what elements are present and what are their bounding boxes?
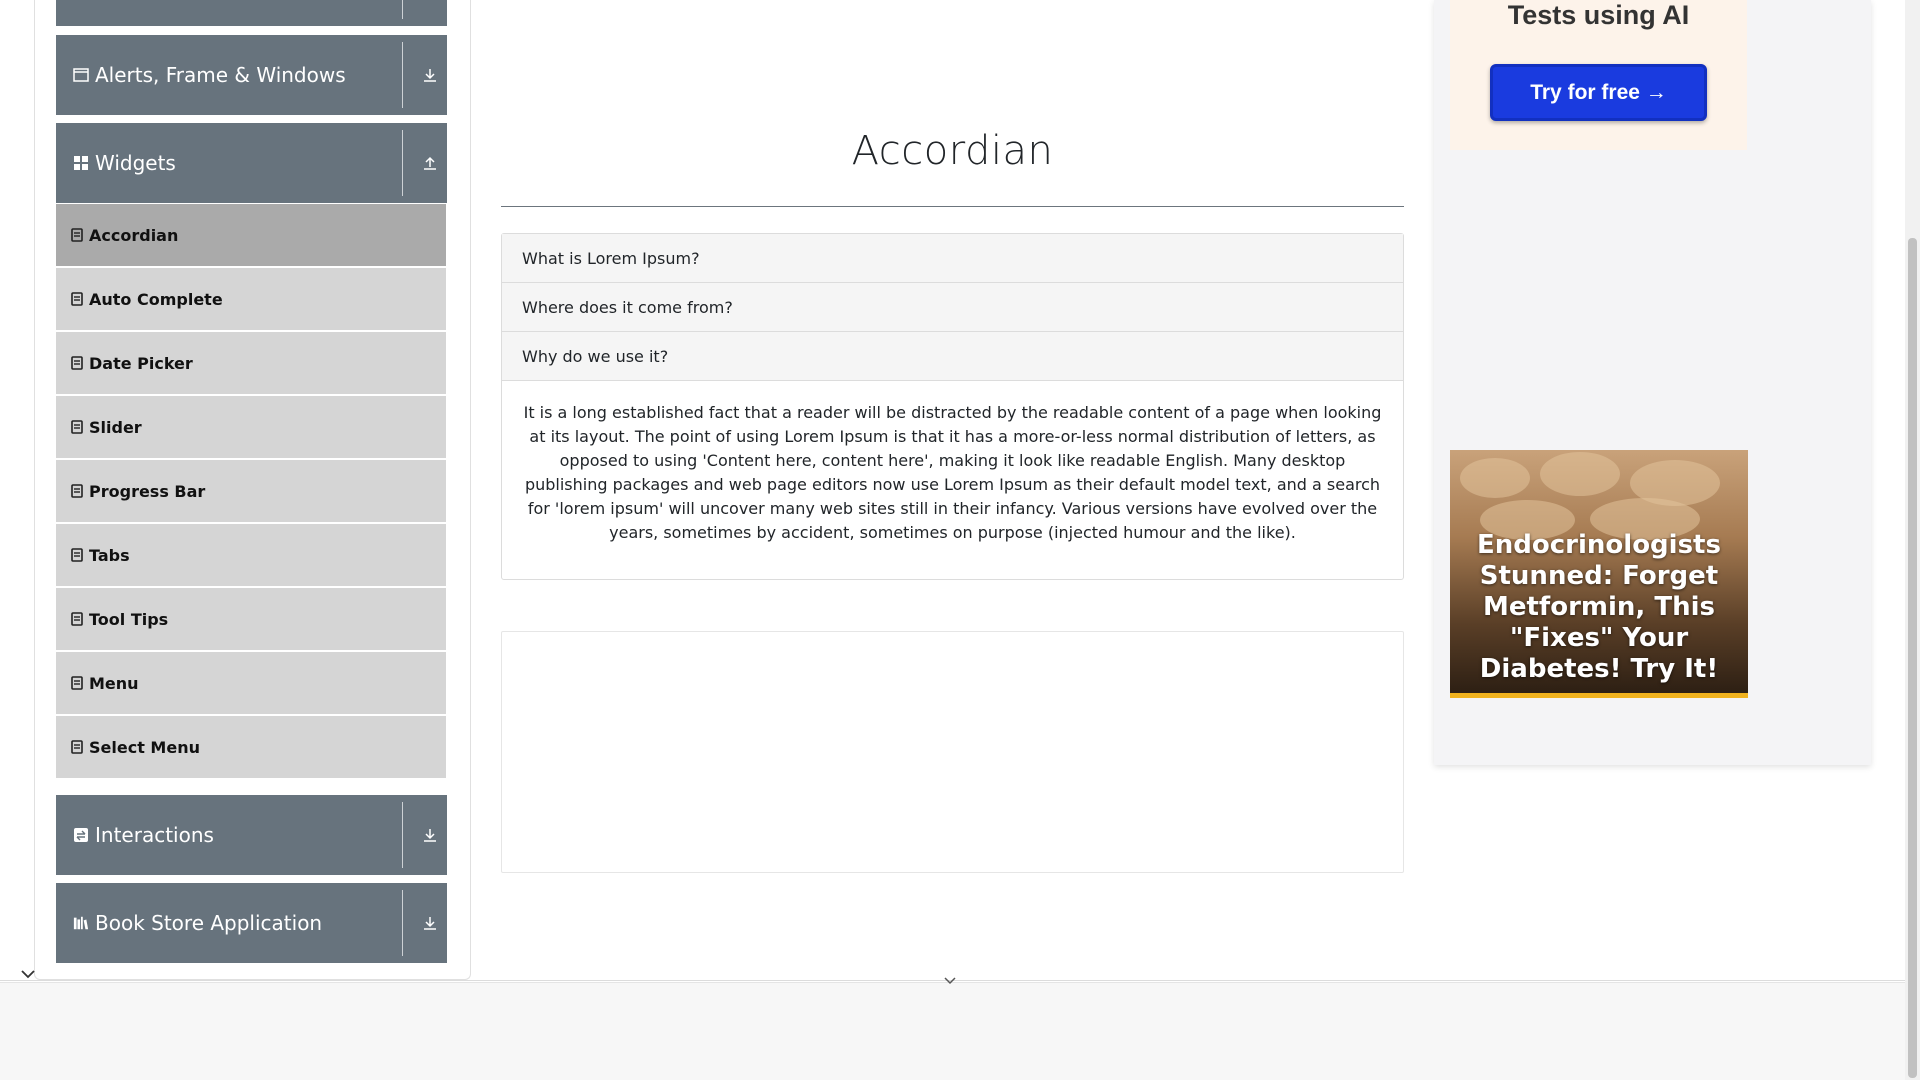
group-header-alerts[interactable]: Alerts, Frame & Windows (56, 35, 447, 115)
group-label-book-store: Book Store Application (95, 911, 323, 935)
window-icon (73, 67, 89, 83)
try-for-free-button[interactable]: Try for free → (1490, 64, 1707, 121)
title-divider (501, 206, 1404, 207)
menu-item-date-picker[interactable]: Date Picker (56, 332, 446, 394)
download-arrow-icon[interactable] (418, 795, 442, 875)
empty-content-box (501, 631, 1404, 873)
menu-item-icon (71, 676, 83, 690)
menu-item-label: Auto Complete (89, 289, 223, 309)
scrollbar-thumb[interactable] (1908, 238, 1917, 1078)
books-icon (73, 915, 89, 931)
menu-item-label: Slider (89, 417, 142, 437)
menu-item-icon (71, 548, 83, 562)
menu-item-icon (71, 292, 83, 306)
grid-icon (73, 155, 89, 171)
menu-item-menu[interactable]: Menu (56, 652, 446, 714)
accordion: What is Lorem Ipsum? Where does it come … (501, 233, 1404, 580)
ad-heading: Tests using AI (1507, 0, 1690, 30)
download-arrow-icon[interactable] (418, 883, 442, 963)
group-header-widgets[interactable]: Widgets (56, 123, 447, 203)
group-label-widgets: Widgets (95, 151, 176, 175)
accordion-header-3[interactable]: Why do we use it? (502, 332, 1403, 381)
menu-item-label: Date Picker (89, 353, 193, 373)
menu-item-label: Tool Tips (89, 609, 169, 629)
chevron-down-icon[interactable] (18, 964, 38, 984)
group-header-book-store[interactable]: Book Store Application (56, 883, 447, 963)
menu-item-label: Progress Bar (89, 481, 206, 501)
ad-image-shape (1540, 452, 1620, 496)
accordion-header-2[interactable]: Where does it come from? (502, 283, 1403, 332)
menu-item-slider[interactable]: Slider (56, 396, 446, 458)
page-title: Accordian (851, 128, 1054, 174)
group-header-elements[interactable] (56, 0, 447, 26)
menu-item-icon (71, 228, 83, 242)
menu-item-icon (71, 484, 83, 498)
download-arrow-icon[interactable] (418, 35, 442, 115)
group-divider (402, 890, 403, 956)
menu-item-label: Menu (89, 673, 139, 693)
menu-item-tabs[interactable]: Tabs (56, 524, 446, 586)
ad-card-bar (1450, 693, 1748, 698)
group-divider (402, 802, 403, 868)
ad-card-text: Endocrinologists Stunned: Forget Metform… (1477, 530, 1721, 684)
menu-item-icon (71, 740, 83, 754)
bottom-ad-bar (0, 982, 1905, 1080)
menu-item-label: Tabs (89, 545, 130, 565)
ad-card[interactable]: Endocrinologists Stunned: Forget Metform… (1450, 450, 1748, 698)
menu-item-auto-complete[interactable]: Auto Complete (56, 268, 446, 330)
menu-item-label: Select Menu (89, 737, 200, 757)
group-header-interactions[interactable]: Interactions (56, 795, 447, 875)
ad-image-shape (1460, 458, 1530, 498)
group-label-alerts: Alerts, Frame & Windows (95, 63, 346, 87)
group-divider (402, 130, 403, 196)
interactions-icon (73, 827, 89, 843)
group-divider (402, 0, 403, 19)
group-divider (402, 42, 403, 108)
group-label-interactions: Interactions (95, 823, 214, 847)
menu-item-label: Accordian (89, 225, 179, 245)
menu-item-progress-bar[interactable]: Progress Bar (56, 460, 446, 522)
upload-arrow-icon[interactable] (418, 123, 442, 203)
menu-item-accordian[interactable]: Accordian (56, 204, 446, 266)
chevron-down-icon[interactable] (943, 974, 957, 988)
menu-item-icon (71, 356, 83, 370)
menu-item-tool-tips[interactable]: Tool Tips (56, 588, 446, 650)
menu-item-icon (71, 420, 83, 434)
accordion-body: It is a long established fact that a rea… (523, 403, 1382, 542)
menu-item-select-menu[interactable]: Select Menu (56, 716, 446, 778)
menu-item-icon (71, 612, 83, 626)
accordion-header-1[interactable]: What is Lorem Ipsum? (502, 234, 1403, 283)
